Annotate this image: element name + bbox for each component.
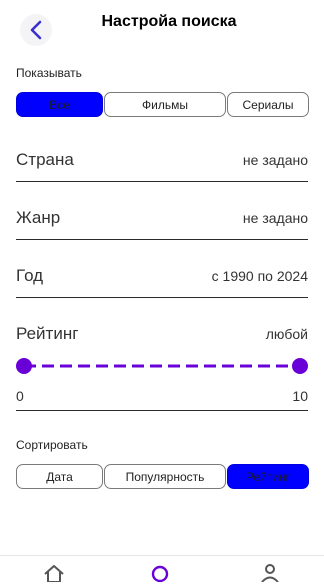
genre-divider (16, 239, 308, 240)
rating-label: Рейтинг (16, 324, 79, 343)
rating-max-value: 10 (292, 388, 308, 404)
rating-field: Рейтинг любой (16, 324, 308, 348)
country-label: Страна (16, 150, 74, 169)
country-field[interactable]: Страна не задано (16, 150, 308, 186)
genre-value: не задано (242, 210, 308, 226)
year-value: с 1990 по 2024 (211, 268, 308, 284)
show-option-series[interactable]: Сериалы (227, 92, 309, 117)
genre-label: Жанр (16, 208, 61, 227)
genre-field[interactable]: Жанр не задано (16, 208, 308, 244)
country-value: не задано (242, 152, 308, 168)
year-field[interactable]: Год с 1990 по 2024 (16, 266, 308, 302)
slider-max-thumb[interactable] (292, 358, 308, 374)
country-divider (16, 181, 308, 182)
rating-value: любой (265, 326, 308, 342)
show-option-all[interactable]: Все (16, 92, 103, 117)
nav-home[interactable] (42, 562, 66, 583)
page-title: Настройа поиска (101, 13, 237, 30)
year-divider (16, 297, 308, 298)
rating-min-value: 0 (16, 388, 24, 404)
show-label: Показывать (16, 66, 82, 80)
header: Настройа поиска (0, 0, 324, 56)
show-option-movies[interactable]: Фильмы (104, 92, 226, 117)
sort-option-popularity[interactable]: Популярность (104, 464, 226, 489)
home-icon (44, 565, 64, 583)
sort-option-rating[interactable]: Рейтинг (227, 464, 309, 489)
sort-option-date[interactable]: Дата (16, 464, 103, 489)
rating-divider (16, 410, 308, 411)
rating-range-slider[interactable] (16, 356, 308, 376)
search-icon (151, 565, 169, 583)
year-label: Год (16, 266, 44, 285)
nav-profile[interactable] (258, 562, 282, 583)
sort-label: Сортировать (16, 438, 88, 452)
nav-search[interactable] (148, 562, 172, 583)
slider-min-thumb[interactable] (16, 358, 32, 374)
bottom-nav (0, 555, 324, 583)
profile-icon (261, 564, 279, 583)
slider-track (24, 364, 300, 368)
